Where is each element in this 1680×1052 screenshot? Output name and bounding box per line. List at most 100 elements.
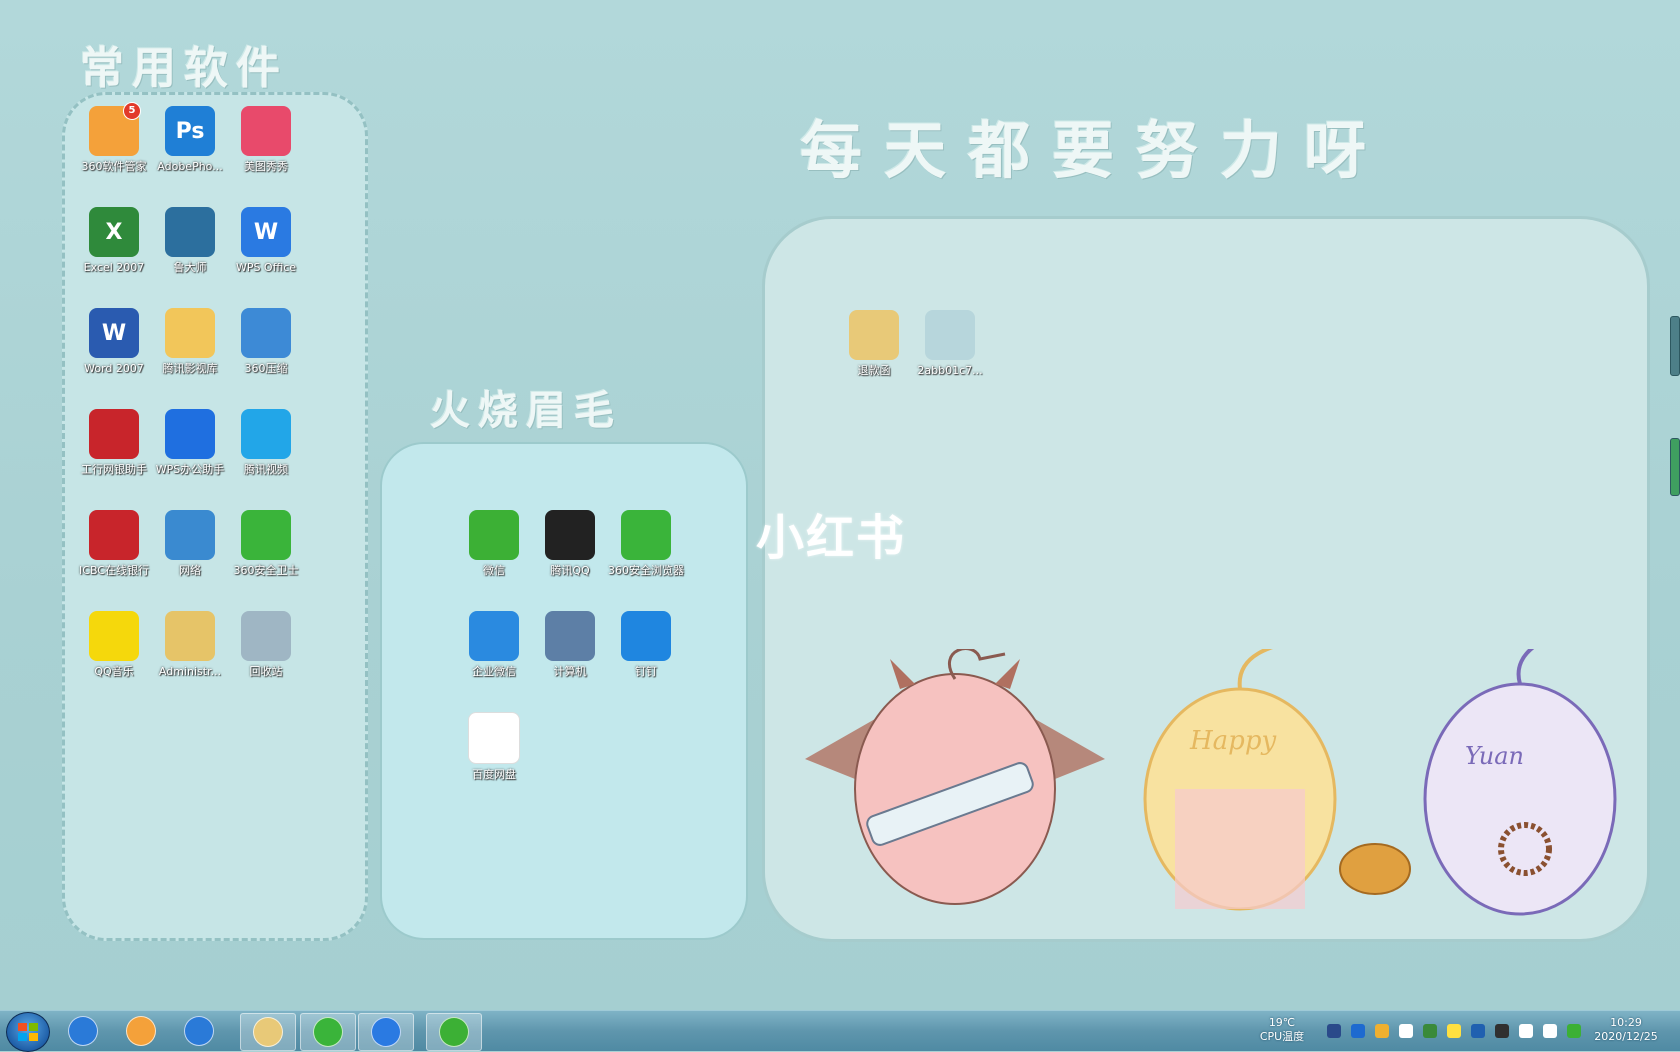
people-tray-icon[interactable] (1423, 1024, 1437, 1038)
shortcut-label: 腾讯QQ (550, 564, 590, 577)
desktop-shortcut[interactable]: 网络 (151, 510, 229, 578)
qq-music-icon (89, 611, 139, 661)
shortcut-label: 鲁大师 (173, 261, 207, 274)
desktop: 常用软件 火烧眉毛 每天都要努力呀 Happy Yuan 5 360软件管家 P… (0, 0, 1680, 1010)
cpu-temp-value: 19℃ (1268, 1016, 1296, 1029)
taskbar-button[interactable] (114, 1013, 168, 1049)
shortcut-label: 美图秀秀 (244, 160, 288, 173)
shortcut-label: AdobePho... (157, 160, 223, 173)
desktop-shortcut[interactable]: WPS办公助手 (151, 409, 229, 477)
shortcut-label: 网络 (179, 564, 201, 577)
desktop-shortcut[interactable]: W WPS Office (227, 207, 305, 275)
qq-tray-icon[interactable] (1399, 1024, 1413, 1038)
taskbar-button[interactable] (172, 1013, 226, 1049)
cpu-temp-readout[interactable]: 19℃ CPU温度 (1250, 1016, 1314, 1044)
shortcut-label: 360压缩 (244, 362, 288, 375)
shield-tray-icon[interactable] (1471, 1024, 1485, 1038)
desktop-shortcut[interactable]: 腾讯影视库 (151, 308, 229, 376)
qq-icon (545, 510, 595, 560)
desktop-shortcut[interactable]: 360安全浏览器 (607, 510, 685, 578)
arrow-tray-icon[interactable] (1351, 1024, 1365, 1038)
taskbar-button[interactable] (426, 1013, 482, 1051)
notification-badge: 5 (123, 102, 141, 120)
middle-fence-title: 火烧眉毛 (430, 387, 622, 434)
clock-time: 10:29 (1610, 1016, 1642, 1029)
desktop-shortcut[interactable]: 美图秀秀 (227, 106, 305, 174)
shortcut-label: Administr... (158, 665, 222, 678)
svg-text:Happy: Happy (1189, 726, 1276, 756)
side-scroll-handle-top[interactable] (1670, 316, 1680, 376)
icbc-assistant-icon (89, 409, 139, 459)
user-folder-icon (165, 611, 215, 661)
shortcut-label: 腾讯影视库 (162, 362, 218, 375)
taskbar-button[interactable] (240, 1013, 296, 1051)
desktop-shortcut[interactable]: W Word 2007 (75, 308, 153, 376)
ie-alt-taskbar-icon (184, 1016, 214, 1046)
360-tray-icon[interactable] (1375, 1024, 1389, 1038)
tool-tray-icon[interactable] (1495, 1024, 1509, 1038)
desktop-shortcut[interactable]: 腾讯视频 (227, 409, 305, 477)
desktop-shortcut[interactable]: 企业微信 (455, 611, 533, 679)
desktop-shortcut[interactable]: 5 360软件管家 (75, 102, 153, 174)
desktop-shortcut[interactable]: 百度网盘 (455, 712, 533, 782)
desktop-shortcut[interactable]: 鲁大师 (151, 207, 229, 275)
wechat-taskbar-icon (439, 1017, 469, 1047)
volume-tray-icon[interactable] (1543, 1024, 1557, 1038)
purple-yuan-character: Yuan (1339, 649, 1617, 916)
clock[interactable]: 10:29 2020/12/25 (1586, 1016, 1666, 1044)
shortcut-label: WPS办公助手 (155, 463, 225, 476)
network-icon (165, 510, 215, 560)
shortcut-label: WPS Office (235, 261, 297, 274)
icbc-online-icon (89, 510, 139, 560)
360-browser-icon (621, 510, 671, 560)
desktop-shortcut[interactable]: 钉钉 (607, 611, 685, 679)
shortcut-label: 360软件管家 (81, 160, 147, 173)
desktop-shortcut[interactable]: Administr... (151, 611, 229, 679)
svg-text:Yuan: Yuan (1465, 742, 1524, 770)
desktop-shortcut[interactable]: Ps AdobePho... (151, 106, 229, 174)
desktop-shortcut[interactable]: 回收站 (227, 611, 305, 679)
shortcut-label: 企业微信 (472, 665, 516, 678)
shortcut-label: 360安全浏览器 (608, 564, 684, 577)
shortcut-label: 百度网盘 (472, 768, 516, 781)
network-tray-icon[interactable] (1519, 1024, 1533, 1038)
side-scroll-handle-bottom[interactable] (1670, 438, 1680, 496)
wechat-tray-icon[interactable] (1567, 1024, 1581, 1038)
image-file-icon (925, 310, 975, 360)
desktop-shortcut[interactable]: QQ音乐 (75, 611, 153, 679)
start-button[interactable] (6, 1012, 50, 1052)
desktop-shortcut[interactable]: 退款函 (835, 310, 913, 378)
desktop-shortcut[interactable]: 微信 (455, 510, 533, 578)
taskbar-button[interactable] (358, 1013, 414, 1051)
desktop-shortcut[interactable]: 工行网银助手 (75, 409, 153, 477)
excel-icon: X (89, 207, 139, 257)
desktop-shortcut[interactable]: 计算机 (531, 611, 609, 679)
computer-icon (545, 611, 595, 661)
plus-tray-icon[interactable] (1447, 1024, 1461, 1038)
printer-tray-icon[interactable] (1327, 1024, 1341, 1038)
wps-office-icon: W (241, 207, 291, 257)
desktop-shortcut[interactable]: 360安全卫士 (227, 510, 305, 578)
meitu-icon (241, 106, 291, 156)
left-fence-title: 常用软件 (80, 43, 288, 94)
recycle-bin-icon (241, 611, 291, 661)
tencent-video-icon (241, 409, 291, 459)
desktop-shortcut[interactable]: X Excel 2007 (75, 207, 153, 275)
360-software-taskbar-icon (126, 1016, 156, 1046)
wecom-icon (469, 611, 519, 661)
desktop-shortcut[interactable]: 360压缩 (227, 308, 305, 376)
shortcut-label: Excel 2007 (83, 261, 145, 274)
cartoon-characters-illustration: Happy Yuan (805, 649, 1617, 916)
taskbar-button[interactable] (300, 1013, 356, 1051)
pink-devil-character (805, 649, 1105, 905)
windows-logo-icon (18, 1023, 38, 1041)
360-security-icon (241, 510, 291, 560)
explorer-taskbar-icon (253, 1017, 283, 1047)
desktop-shortcut[interactable]: 腾讯QQ (531, 510, 609, 578)
desktop-shortcut[interactable]: 2abb01c7... (911, 310, 989, 378)
desktop-shortcut[interactable]: ICBC在线银行 (75, 510, 153, 578)
xiaohongshu-watermark: 小红书 (756, 510, 907, 566)
shortcut-label: 360安全卫士 (233, 564, 299, 577)
taskbar-button[interactable] (56, 1013, 110, 1049)
shortcut-label: 钉钉 (635, 665, 657, 678)
